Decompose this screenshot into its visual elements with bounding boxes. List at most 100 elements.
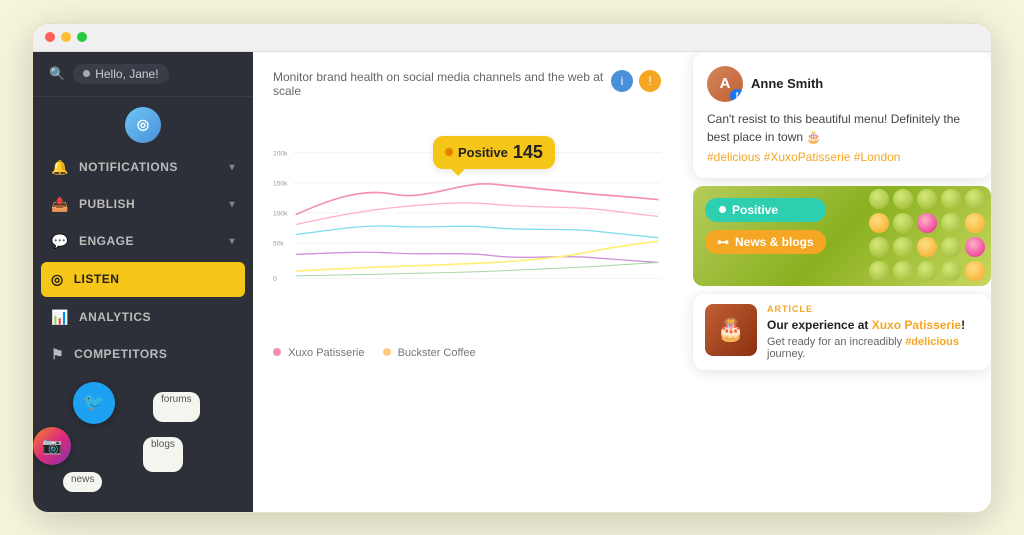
- macaron: [917, 261, 937, 281]
- article-title-post: !: [961, 318, 965, 332]
- article-title-highlight: Xuxo Patisserie: [872, 318, 961, 332]
- article-thumbnail: 🎂: [705, 304, 757, 356]
- macaron: [869, 261, 889, 281]
- macaron: [941, 237, 961, 257]
- avatar: A f: [707, 66, 743, 102]
- notifications-icon: 🔔: [51, 159, 69, 176]
- macaron: [869, 213, 889, 233]
- macaron: [893, 261, 913, 281]
- sidebar-item-competitors[interactable]: ⚑ COMPETITORS: [33, 336, 253, 373]
- warning-button[interactable]: !: [639, 70, 661, 92]
- blogs-label: blogs: [143, 437, 183, 472]
- macaron: [893, 237, 913, 257]
- macaron: [965, 237, 985, 257]
- right-panel: A f Anne Smith Can't resist to this beau…: [681, 52, 991, 512]
- instagram-icon[interactable]: 📷: [33, 427, 71, 465]
- status-dot: [83, 70, 90, 77]
- sidebar-item-engage[interactable]: 💬 ENGAGE ▾: [33, 223, 253, 260]
- logo: ◎: [125, 107, 161, 143]
- article-title: Our experience at Xuxo Patisserie!: [767, 317, 979, 334]
- macaron: [965, 213, 985, 233]
- author-name: Anne Smith: [751, 76, 823, 91]
- macaron: [917, 237, 937, 257]
- positive-dot: [719, 206, 726, 213]
- macarons-image: Positive ⊶ News & blogs: [693, 186, 991, 286]
- macaron: [869, 237, 889, 257]
- overlay-badges: Positive ⊶ News & blogs: [705, 198, 826, 254]
- engage-icon: 💬: [51, 233, 69, 250]
- bubble-label: Positive: [458, 145, 508, 160]
- macaron: [869, 189, 889, 209]
- svg-text:200k: 200k: [273, 150, 288, 157]
- macaron: [965, 189, 985, 209]
- close-dot[interactable]: [45, 32, 55, 42]
- notifications-label: NOTIFICATIONS: [79, 160, 178, 174]
- sidebar-header: 🔍 Hello, Jane!: [33, 52, 253, 97]
- main-content: Monitor brand health on social media cha…: [253, 52, 681, 512]
- post-author: A f Anne Smith: [707, 66, 977, 102]
- article-content: ARTICLE Our experience at Xuxo Patisseri…: [767, 304, 979, 361]
- search-icon[interactable]: 🔍: [49, 66, 65, 82]
- sidebar-item-listen[interactable]: ◎ LISTEN: [41, 262, 245, 297]
- macaron: [917, 213, 937, 233]
- article-thumb-icon: 🎂: [717, 317, 744, 343]
- macaron: [893, 213, 913, 233]
- minimize-dot[interactable]: [61, 32, 71, 42]
- legend-item-xuxo: Xuxo Patisserie: [273, 347, 365, 359]
- news-blogs-icon: ⊶: [717, 235, 729, 249]
- greeting-badge: Hello, Jane!: [73, 64, 168, 84]
- sidebar: 🔍 Hello, Jane! ◎ 🔔 NOTIFICATIONS ▾ 📤 PUB…: [33, 52, 253, 512]
- listen-label: LISTEN: [74, 272, 120, 286]
- sidebar-item-analytics[interactable]: 📊 ANALYTICS: [33, 299, 253, 336]
- twitter-icon[interactable]: 🐦: [73, 382, 115, 424]
- article-description: Get ready for an increadibly #delicious …: [767, 336, 979, 360]
- svg-text:150k: 150k: [273, 180, 288, 187]
- bubble-value: 145: [513, 142, 543, 163]
- facebook-badge: f: [730, 89, 743, 102]
- browser-window: 🔍 Hello, Jane! ◎ 🔔 NOTIFICATIONS ▾ 📤 PUB…: [32, 23, 992, 513]
- analytics-icon: 📊: [51, 309, 69, 326]
- macaron: [893, 189, 913, 209]
- legend-label-xuxo: Xuxo Patisserie: [288, 347, 364, 359]
- chart-area: Positive 145 200k 150k 100k 50k 0: [273, 106, 661, 502]
- article-title-pre: Our experience at: [767, 318, 872, 332]
- positive-badge: Positive: [705, 198, 826, 222]
- macaron: [941, 213, 961, 233]
- sidebar-item-publish[interactable]: 📤 PUBLISH ▾: [33, 186, 253, 223]
- chart-header: Monitor brand health on social media cha…: [273, 70, 661, 98]
- macaron: [917, 189, 937, 209]
- bubble-dot: [445, 148, 453, 156]
- sidebar-item-notifications[interactable]: 🔔 NOTIFICATIONS ▾: [33, 149, 253, 186]
- article-desc-post: journey.: [767, 348, 805, 360]
- arrow-icon: ▾: [229, 236, 235, 247]
- header-icons: i !: [611, 70, 661, 92]
- chart-legend: Xuxo Patisserie Buckster Coffee: [273, 347, 661, 359]
- legend-item-buckster: Buckster Coffee: [383, 347, 476, 359]
- positive-bubble: Positive 145: [433, 136, 555, 169]
- macaron: [965, 261, 985, 281]
- info-button[interactable]: i: [611, 70, 633, 92]
- publish-label: PUBLISH: [79, 197, 135, 211]
- competitors-label: COMPETITORS: [74, 347, 167, 361]
- article-desc-highlight: #delicious: [905, 336, 959, 348]
- article-card: 🎂 ARTICLE Our experience at Xuxo Patisse…: [693, 294, 991, 371]
- browser-chrome: [33, 24, 991, 52]
- arrow-icon: ▾: [229, 162, 235, 173]
- svg-text:50k: 50k: [273, 240, 284, 247]
- legend-label-buckster: Buckster Coffee: [398, 347, 476, 359]
- svg-text:100k: 100k: [273, 210, 288, 217]
- chart-subtitle: Monitor brand health on social media cha…: [273, 70, 611, 98]
- news-label: news: [63, 472, 102, 492]
- positive-label: Positive: [732, 203, 778, 217]
- macaron: [941, 189, 961, 209]
- article-desc-pre: Get ready for an increadibly: [767, 336, 905, 348]
- publish-icon: 📤: [51, 196, 69, 213]
- maximize-dot[interactable]: [77, 32, 87, 42]
- app-body: 🔍 Hello, Jane! ◎ 🔔 NOTIFICATIONS ▾ 📤 PUB…: [33, 52, 991, 512]
- arrow-icon: ▾: [229, 199, 235, 210]
- article-label: ARTICLE: [767, 304, 979, 314]
- analytics-label: ANALYTICS: [79, 310, 151, 324]
- post-text: Can't resist to this beautiful menu! Def…: [707, 110, 977, 146]
- engage-label: ENGAGE: [79, 234, 134, 248]
- news-blogs-badge: ⊶ News & blogs: [705, 230, 826, 254]
